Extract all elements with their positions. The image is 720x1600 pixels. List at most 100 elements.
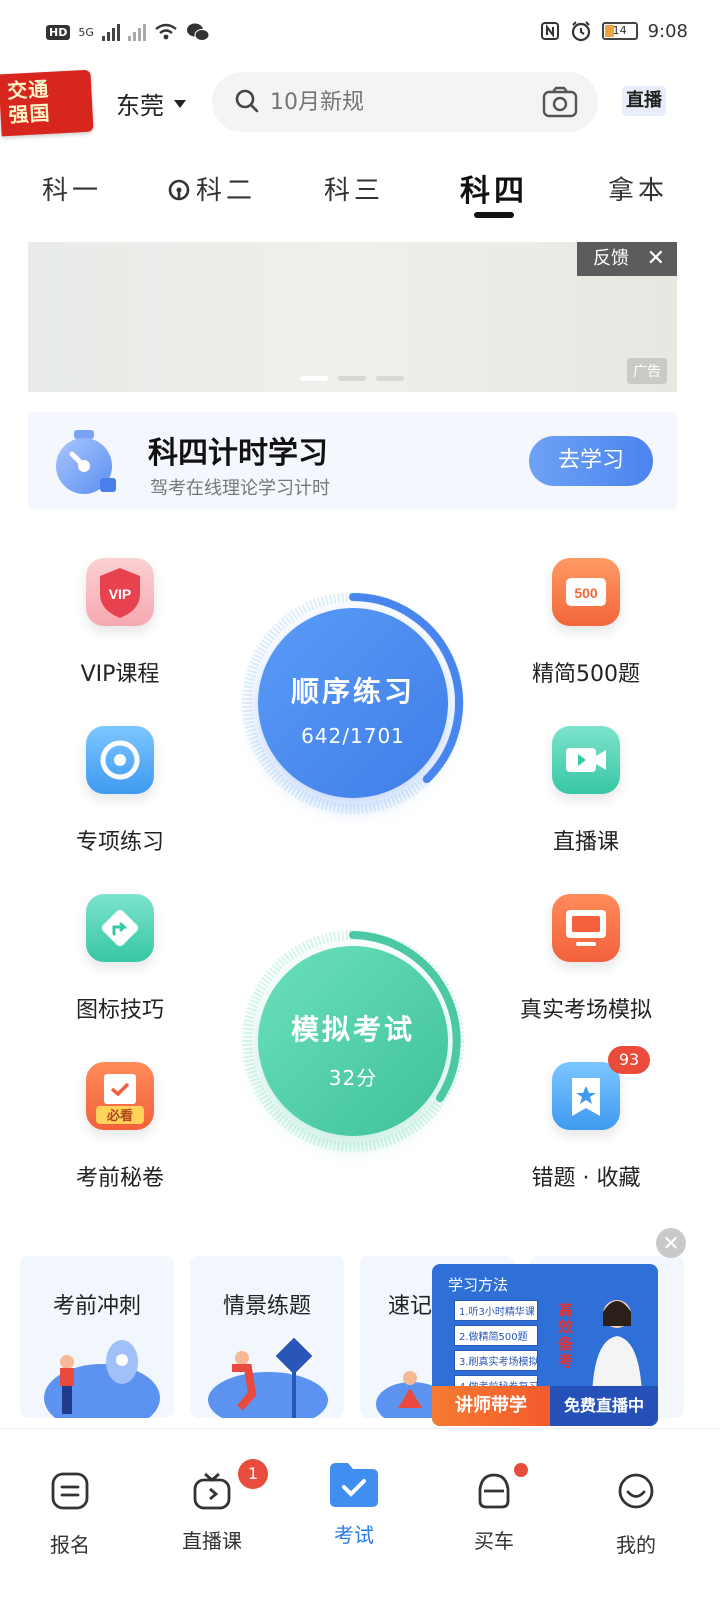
close-icon[interactable]: ✕ [647, 242, 665, 276]
status-left: HD 5G [46, 22, 210, 42]
float-ad-item: 2.做精简500题 [454, 1325, 538, 1346]
500-icon-text: 500 [574, 585, 598, 601]
check-paper-icon: 必看 [96, 1074, 144, 1124]
pager-dot [300, 376, 328, 381]
pager-dot [338, 376, 366, 381]
chevron-down-icon [174, 99, 186, 108]
simplified-500[interactable]: 500 精简500题 [506, 558, 666, 688]
nav-live-label: 直播课 [182, 1529, 242, 1553]
go-study-button[interactable]: 去学习 [529, 436, 653, 486]
nav-exam[interactable]: 考试 [284, 1429, 424, 1548]
vip-icon: VIP [86, 558, 154, 626]
close-float-ad-icon[interactable]: ✕ [656, 1228, 686, 1258]
turn-sign-icon [101, 909, 139, 947]
card-sprint[interactable]: 考前冲刺 [20, 1256, 174, 1418]
brand-logo[interactable]: 交通强国 [0, 69, 94, 137]
search-bar[interactable] [212, 72, 598, 132]
camera-play-icon [566, 748, 606, 772]
nav-me[interactable]: 我的 [566, 1429, 706, 1558]
float-ad-teacher: 讲师带学 [432, 1386, 550, 1426]
special-practice[interactable]: 专项练习 [40, 726, 200, 856]
clock: 9:08 [647, 20, 688, 42]
top-header: 交通强国 东莞 直播 [0, 69, 720, 137]
vip-course[interactable]: VIP VIP课程 [40, 558, 200, 688]
special-practice-label: 专项练习 [75, 830, 164, 855]
steering-wheel-icon [168, 179, 190, 201]
card-scenario[interactable]: 情景练题 [190, 1256, 344, 1418]
timer-study-card[interactable]: 科四计时学习 驾考在线理论学习计时 去学习 [28, 412, 677, 510]
city-selector[interactable]: 东莞 [116, 86, 186, 121]
floating-live-ad[interactable]: 学习方法 1.听3小时精华课 2.做精简500题 3.刷真实考场模拟 4.做考前… [432, 1264, 658, 1426]
pre-exam-secret[interactable]: 必看 考前秘卷 [40, 1062, 200, 1192]
nav-exam-label: 考试 [334, 1523, 374, 1547]
screen-glyph-icon [566, 910, 606, 946]
wrong-favorites-label: 错题 · 收藏 [531, 1166, 641, 1191]
banner-pager [300, 376, 404, 381]
wrong-favorites[interactable]: 93 错题 · 收藏 [506, 1046, 666, 1192]
float-ad-title: 学习方法 [448, 1276, 509, 1294]
ad-badge: 广告 [627, 358, 667, 384]
pager-dot [376, 376, 404, 381]
feedback-label: 反馈 [593, 248, 629, 269]
real-exam-sim[interactable]: 真实考场模拟 [506, 894, 666, 1024]
battery-level: 14 [612, 24, 627, 37]
float-ad-list: 1.听3小时精华课 2.做精简500题 3.刷真实考场模拟 4.做考前秘卷复习 [454, 1300, 538, 1400]
tab-ke2[interactable]: 科二 [168, 170, 256, 207]
vip-label: VIP课程 [80, 662, 160, 687]
search-input[interactable] [270, 72, 530, 132]
wifi-icon [155, 23, 177, 40]
target-icon [86, 726, 154, 794]
nfc-icon [540, 22, 559, 40]
register-icon [51, 1472, 89, 1510]
nav-live[interactable]: 1 直播课 [142, 1429, 282, 1554]
battery-icon: 14 [601, 22, 638, 40]
tab-naben[interactable]: 拿本 [608, 170, 668, 207]
hd-indicator: HD [46, 24, 71, 40]
nav-register-label: 报名 [50, 1533, 90, 1557]
practice-core: 顺序练习 642/1701 [258, 608, 448, 798]
tab-ke1[interactable]: 科一 [42, 170, 102, 207]
sign-icon [86, 894, 154, 962]
float-ad-item: 3.刷真实考场模拟 [454, 1350, 538, 1371]
buy-car-dot [514, 1463, 528, 1477]
nav-buy-car[interactable]: 买车 [424, 1429, 564, 1554]
car-wrap [474, 1463, 528, 1511]
banner-ad[interactable]: 反馈 ✕ 广告 [28, 242, 677, 392]
search-icon [235, 89, 259, 113]
network-type: 5G [78, 25, 94, 39]
vip-shield-icon: VIP [100, 568, 140, 618]
feedback-button[interactable]: 反馈 ✕ [577, 242, 677, 276]
exam-title: 模拟考试 [290, 1013, 415, 1046]
sequential-practice[interactable]: 顺序练习 642/1701 [240, 590, 466, 816]
tab-ke3[interactable]: 科三 [324, 170, 384, 207]
exam-core: 模拟考试 32分 [258, 946, 448, 1136]
bottom-nav: 报名 1 直播课 考试 买车 我的 [0, 1428, 720, 1600]
nav-buy-car-label: 买车 [474, 1529, 514, 1553]
city-label: 东莞 [116, 92, 164, 120]
live-tv-wrap: 1 [192, 1459, 268, 1511]
signal-icon [101, 23, 120, 41]
float-ad-item: 1.听3小时精华课 [454, 1300, 538, 1321]
nav-me-label: 我的 [616, 1533, 656, 1557]
mock-exam[interactable]: 模拟考试 32分 [240, 928, 466, 1154]
nav-register[interactable]: 报名 [0, 1429, 140, 1558]
bookmark-icon: 93 [552, 1046, 650, 1130]
live-course-label: 直播课 [552, 830, 619, 855]
star-flag-icon [572, 1078, 600, 1116]
camera-icon[interactable] [542, 86, 578, 118]
pedestrian-sign-illustration-icon [208, 1338, 328, 1418]
simplified-500-label: 精简500题 [532, 662, 640, 687]
500-icon: 500 [552, 558, 620, 626]
logo-text: 交通强国 [6, 76, 52, 127]
timer-title: 科四计时学习 [148, 436, 328, 471]
live-course[interactable]: 直播课 [506, 726, 666, 856]
timer-subtitle: 驾考在线理论学习计时 [150, 478, 330, 499]
sign-tips-label: 图标技巧 [75, 998, 164, 1023]
car-icon [478, 1473, 510, 1509]
tab-ke4[interactable]: 科四 [460, 166, 528, 210]
live-button[interactable]: 直播 [622, 86, 666, 116]
card-scenario-title: 情景练题 [222, 1294, 311, 1319]
tab-ke2-label: 科二 [196, 176, 257, 206]
sign-tips[interactable]: 图标技巧 [40, 894, 200, 1024]
wechat-icon [186, 23, 210, 41]
